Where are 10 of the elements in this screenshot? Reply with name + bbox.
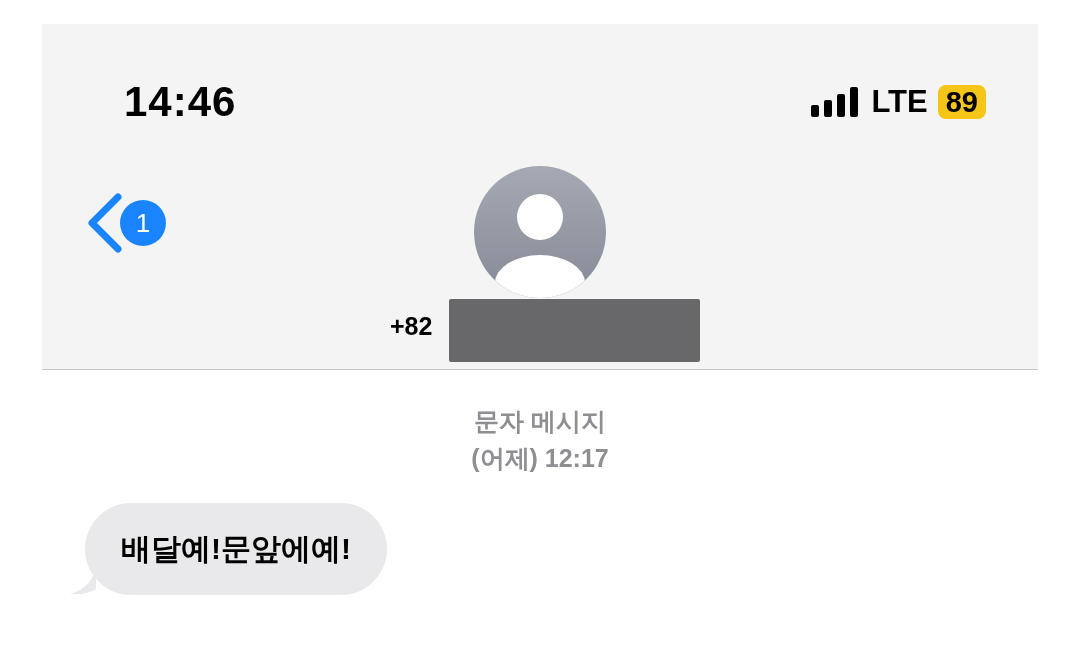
chevron-icon <box>86 193 124 253</box>
battery-level: 89 <box>937 85 986 119</box>
back-button[interactable]: 1 <box>86 193 166 253</box>
network-label: LTE <box>871 84 928 120</box>
message-timestamp: (어제) 12:17 <box>471 443 609 474</box>
message-bubble: 배달예!문앞에예! <box>85 503 387 595</box>
contact-number: +82 <box>390 312 433 341</box>
avatar-icon <box>473 165 607 299</box>
service-label: 문자 메시지 <box>474 406 606 437</box>
status-time: 14:46 <box>124 78 237 126</box>
